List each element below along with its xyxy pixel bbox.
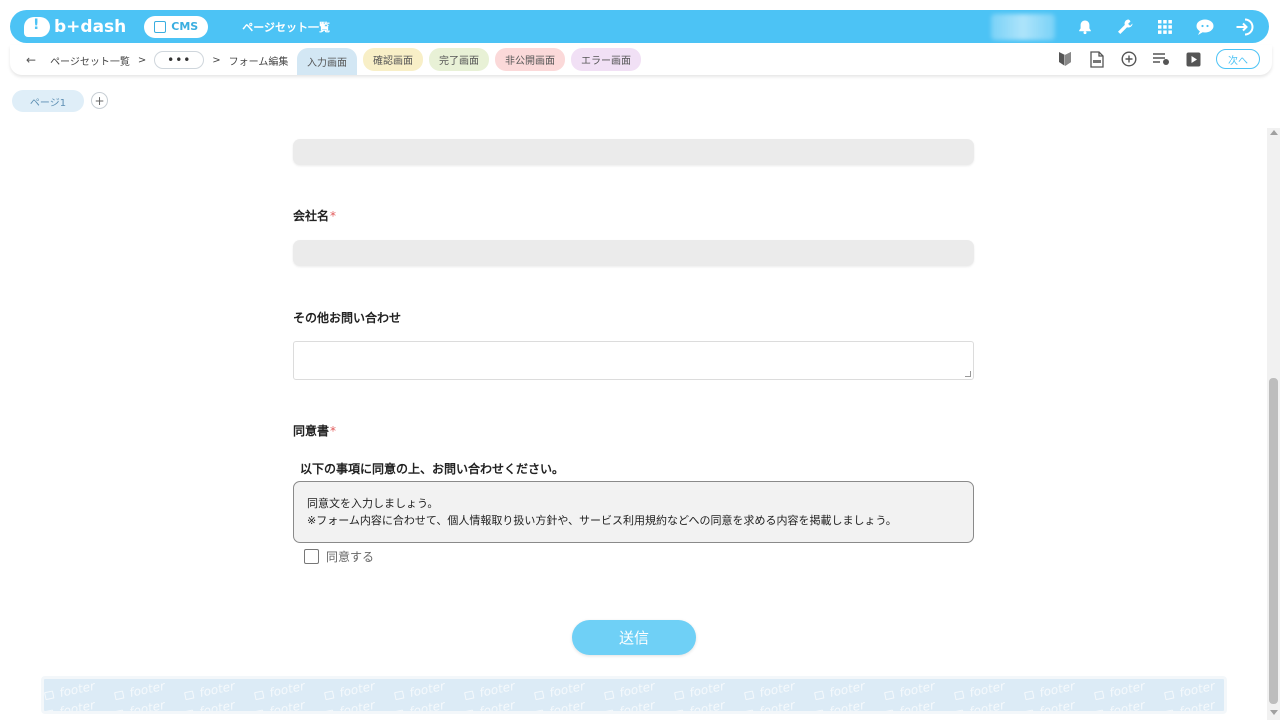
editor-toolbar: ← ページセット一覧 > ••• > フォーム編集 入力画面 確認画面 完了画面… [10,45,1272,75]
settings-list-icon[interactable] [1152,50,1170,68]
text-input-field[interactable] [293,139,974,165]
image-placeholder-icon [603,689,615,700]
html-file-icon[interactable] [1088,50,1106,68]
agree-checkbox[interactable] [304,549,319,564]
consent-text-line: 同意文を入力しましょう。 [307,497,439,510]
image-placeholder-icon [883,689,895,700]
preview-play-icon[interactable] [1184,50,1202,68]
image-placeholder-icon [673,708,685,711]
cms-button[interactable]: CMS [144,15,209,38]
breadcrumb-separator: > [212,54,221,66]
image-placeholder-icon [813,708,825,711]
support-chat-icon[interactable] [1195,17,1215,37]
image-placeholder-icon [1163,708,1175,711]
company-name-label: 会社名* [293,207,336,224]
apps-grid-icon[interactable] [1155,17,1175,37]
image-placeholder-icon [44,708,55,711]
toolbar-actions: 次へ [1056,49,1260,69]
other-inquiry-label: その他お問い合わせ [293,311,402,325]
image-placeholder-icon [1023,708,1035,711]
image-placeholder-icon [463,708,475,711]
image-placeholder-icon [253,708,265,711]
breadcrumb-page-list[interactable]: ページセット一覧 [50,53,130,68]
image-placeholder-icon [953,708,965,711]
company-name-input[interactable] [293,240,974,266]
image-placeholder-icon [533,689,545,700]
agree-checkbox-row[interactable]: 同意する [304,548,374,565]
company-name-label-text: 会社名 [293,209,330,223]
scroll-up-arrow-icon[interactable] [1270,130,1278,135]
consent-label: 同意書* [293,422,336,439]
tab-private-screen[interactable]: 非公開画面 [495,48,565,71]
add-circle-icon[interactable] [1120,50,1138,68]
page-tab-1[interactable]: ページ1 [12,90,84,112]
top-page-title[interactable]: ページセット一覧 [242,19,330,35]
logo-text: b+dash [54,16,127,37]
scroll-down-arrow-icon[interactable] [1270,710,1278,715]
add-page-button[interactable]: + [91,92,108,109]
image-placeholder-icon [253,689,265,700]
top-navigation-bar: b+dash CMS ページセット一覧 [10,10,1269,43]
other-inquiry-textarea[interactable] [293,341,974,380]
image-placeholder-icon [393,708,405,711]
logout-icon[interactable] [1235,17,1255,37]
bdash-logo[interactable]: b+dash [24,16,127,37]
back-arrow-icon[interactable]: ← [26,53,36,67]
footer-placeholder[interactable]: footer footer footer footer footer footer foot… [41,676,1227,714]
image-placeholder-icon [113,708,125,711]
image-placeholder-icon [1023,689,1035,700]
tab-error-screen[interactable]: エラー画面 [571,48,641,71]
top-actions [991,13,1255,40]
image-placeholder-icon [603,708,615,711]
image-placeholder-icon [463,689,475,700]
image-placeholder-icon [113,689,125,700]
scrollbar-thumb[interactable] [1269,378,1278,704]
tab-input-screen[interactable]: 入力画面 [297,48,357,75]
breadcrumb: ← ページセット一覧 > ••• > フォーム編集 [10,51,288,69]
resize-handle-icon[interactable] [965,371,971,377]
tab-complete-screen[interactable]: 完了画面 [429,48,489,71]
consent-text-box: 同意文を入力しましょう。 ※フォーム内容に合わせて、個人情報取り扱い方針や、サー… [293,481,974,543]
image-placeholder-icon [183,708,195,711]
consent-intro-text: 以下の事項に同意の上、お問い合わせください。 [300,462,565,476]
footer-pattern: footer footer footer footer footer footer foot… [44,679,1224,711]
image-placeholder-icon [813,689,825,700]
edit-icon [154,20,167,33]
bell-icon[interactable] [1075,17,1095,37]
image-placeholder-icon [183,689,195,700]
consent-text-line: ※フォーム内容に合わせて、個人情報取り扱い方針や、サービス利用規約などへの同意を… [307,514,897,527]
required-mark: * [330,209,337,223]
tab-confirm-screen[interactable]: 確認画面 [363,48,423,71]
image-placeholder-icon [1163,689,1175,700]
submit-button[interactable]: 送信 [572,620,696,655]
image-placeholder-icon [393,689,405,700]
image-placeholder-icon [323,708,335,711]
image-placeholder-icon [743,708,755,711]
required-mark: * [330,424,337,438]
screen-tabs: 入力画面 確認画面 完了画面 非公開画面 エラー画面 [297,48,641,75]
agree-label: 同意する [326,550,375,564]
image-placeholder-icon [533,708,545,711]
user-info-blurred [991,13,1055,40]
breadcrumb-separator: > [137,54,147,66]
wrench-icon[interactable] [1115,17,1135,37]
consent-label-text: 同意書 [293,424,330,438]
image-placeholder-icon [743,689,755,700]
image-placeholder-icon [44,689,55,700]
next-button[interactable]: 次へ [1216,49,1260,69]
image-placeholder-icon [673,689,685,700]
image-placeholder-icon [1093,708,1105,711]
beginner-mark-icon[interactable] [1056,50,1074,68]
breadcrumb-more-button[interactable]: ••• [154,51,205,69]
image-placeholder-icon [1093,689,1105,700]
image-placeholder-icon [323,689,335,700]
image-placeholder-icon [883,708,895,711]
breadcrumb-current: フォーム編集 [228,56,289,68]
cms-label: CMS [171,20,199,33]
image-placeholder-icon [953,689,965,700]
logo-bubble-icon [24,16,50,37]
